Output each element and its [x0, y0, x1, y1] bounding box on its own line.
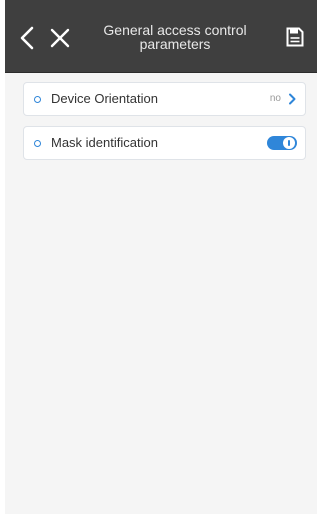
- top-bar: General access control parameters: [5, 0, 317, 73]
- chevron-right-icon[interactable]: [287, 93, 297, 105]
- page-title: General access control parameters: [81, 23, 269, 51]
- screen: General access control parameters Device…: [5, 0, 317, 514]
- bullet-icon: [34, 96, 41, 103]
- bullet-icon: [34, 140, 41, 147]
- setting-label: Mask identification: [51, 135, 158, 150]
- back-icon[interactable]: [17, 25, 37, 51]
- toggle-knob: [283, 137, 295, 149]
- setting-value: no: [269, 93, 281, 104]
- setting-label: Device Orientation: [51, 91, 158, 106]
- setting-mask-identification: Mask identification: [23, 126, 306, 160]
- page-title-line2: parameters: [139, 36, 211, 52]
- mask-identification-toggle[interactable]: [267, 136, 297, 150]
- page-title-line1: General access control: [103, 22, 247, 38]
- setting-device-orientation[interactable]: Device Orientation no: [23, 82, 306, 116]
- close-icon[interactable]: [49, 27, 71, 49]
- save-icon[interactable]: [286, 27, 304, 47]
